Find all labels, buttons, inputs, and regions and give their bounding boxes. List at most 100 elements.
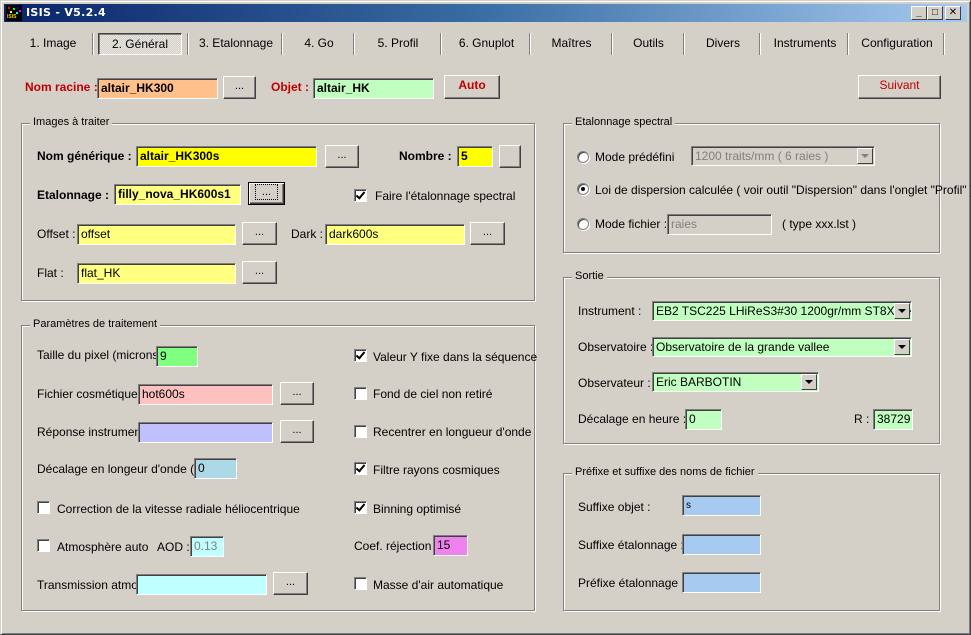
r-input[interactable]: 38729 [873, 409, 913, 430]
offset-browse-button[interactable]: ... [242, 222, 277, 245]
recentrer-checkbox[interactable] [354, 425, 367, 438]
filtre-cosmiques-checkbox[interactable] [354, 462, 367, 475]
correction-vitesse-checkbox[interactable] [37, 501, 50, 514]
flat-browse-button[interactable]: ... [242, 261, 277, 284]
nombre-label: Nombre : [399, 149, 452, 163]
objet-label: Objet : [271, 80, 309, 94]
mode-fichier-input[interactable]: raies [667, 214, 772, 235]
tab-general[interactable]: 2. Général [98, 33, 182, 55]
mode-predefini-select[interactable]: 1200 traits/mm ( 6 raies ) [691, 146, 875, 166]
suivant-button[interactable]: Suivant [858, 75, 941, 99]
atmosphere-auto-label: Atmosphère auto [57, 540, 149, 554]
tab-separator [683, 33, 685, 55]
tab-separator [353, 33, 355, 55]
tab-configuration[interactable]: Configuration [851, 33, 943, 55]
observateur-select[interactable]: Eric BARBOTIN [652, 372, 819, 392]
mode-fichier-radio[interactable] [577, 218, 589, 230]
loi-dispersion-radio[interactable] [577, 183, 589, 195]
faire-etalonnage-checkbox[interactable] [354, 189, 367, 202]
fichier-cosmetique-browse-button[interactable]: ... [280, 382, 314, 405]
tab-separator [187, 33, 189, 55]
dark-label: Dark : [291, 227, 324, 241]
close-button[interactable]: ✕ [945, 6, 961, 20]
transmission-label: Transmission atmo. : [37, 578, 148, 592]
decalage-heure-label: Décalage en heure : [578, 412, 687, 426]
maximize-button[interactable]: □ [927, 6, 943, 20]
nombre-spin-button[interactable] [499, 145, 521, 168]
aod-label: AOD : [157, 540, 190, 554]
tab-etalonnage[interactable]: 3. Etalonnage [191, 33, 281, 55]
taille-pixel-label: Taille du pixel (microns) : [37, 348, 170, 362]
suffixe-objet-input[interactable]: s [682, 495, 761, 516]
transmission-input[interactable] [136, 574, 267, 595]
etalonnage-browse-button[interactable]: ... [248, 182, 285, 205]
tab-maitres[interactable]: Maîtres [533, 33, 610, 55]
chevron-down-icon[interactable] [857, 148, 873, 164]
tab-divers[interactable]: Divers [687, 33, 759, 55]
tab-instruments[interactable]: Instruments [763, 33, 847, 55]
transmission-browse-button[interactable]: ... [273, 572, 308, 595]
flat-input[interactable]: flat_HK [77, 263, 236, 284]
r-label: R : [854, 412, 870, 426]
prefixe-group-title: Préfixe et suffixe des noms de fichier [572, 466, 758, 478]
offset-label: Offset : [37, 227, 76, 241]
instrument-select[interactable]: EB2 TSC225 LHiReS3#30 1200gr/mm ST8XMe [652, 301, 912, 321]
offset-input[interactable]: offset [77, 224, 236, 245]
prefixe-etalonnage-label: Préfixe étalonnage : [578, 576, 685, 590]
close-icon: ✕ [948, 7, 958, 18]
loi-dispersion-label: Loi de dispersion calculée ( voir outil … [595, 183, 971, 197]
objet-input[interactable]: altair_HK [313, 78, 434, 99]
dark-browse-button[interactable]: ... [470, 222, 505, 245]
nom-generique-browse-button[interactable]: ... [325, 145, 359, 168]
tab-separator [611, 33, 613, 55]
binning-checkbox[interactable] [354, 501, 367, 514]
decalage-heure-input[interactable]: 0 [685, 409, 722, 430]
etalonnage-input[interactable]: filly_nova_HK600s1 [114, 184, 241, 205]
etalonnage-group-title: Etalonnage spectral [572, 116, 676, 128]
auto-button[interactable]: Auto [444, 75, 500, 99]
tab-gnuplot[interactable]: 6. Gnuplot [444, 33, 529, 55]
fichier-cosmetique-input[interactable]: hot600s [138, 384, 273, 405]
taille-pixel-input[interactable]: 9 [156, 346, 198, 367]
nom-generique-input[interactable]: altair_HK300s [136, 146, 317, 167]
fond-ciel-checkbox[interactable] [354, 387, 367, 400]
tab-separator [847, 33, 849, 55]
reponse-instrument-browse-button[interactable]: ... [280, 420, 314, 443]
nombre-input[interactable]: 5 [457, 146, 493, 167]
suffixe-etalonnage-input[interactable] [682, 534, 761, 555]
coef-rejection-input[interactable]: 15 [433, 535, 468, 556]
masse-air-checkbox[interactable] [354, 577, 367, 590]
title-bar[interactable]: ISIS ISIS - V5.2.4 _ □ ✕ [4, 4, 967, 22]
decalage-onde-input[interactable]: 0 [194, 458, 237, 479]
atmosphere-auto-checkbox[interactable] [37, 539, 50, 552]
valeur-y-checkbox[interactable] [354, 349, 367, 362]
chevron-down-icon[interactable] [894, 303, 910, 319]
observateur-label: Observateur : [578, 376, 651, 390]
aod-input[interactable]: 0.13 [190, 536, 224, 557]
minimize-button[interactable]: _ [911, 6, 927, 20]
tab-separator [529, 33, 531, 55]
tab-separator [92, 33, 94, 55]
observatoire-label: Observatoire : [578, 340, 654, 354]
tab-profil[interactable]: 5. Profil [357, 33, 439, 55]
binning-label: Binning optimisé [373, 502, 462, 516]
nom-racine-browse-button[interactable]: ... [223, 76, 256, 99]
mode-predefini-radio[interactable] [577, 151, 589, 163]
instrument-label: Instrument : [578, 304, 642, 318]
fond-ciel-label: Fond de ciel non retiré [373, 387, 493, 401]
chevron-down-icon[interactable] [894, 339, 910, 355]
reponse-instrument-input[interactable] [138, 422, 273, 443]
tab-image[interactable]: 1. Image [15, 33, 91, 55]
faire-etalonnage-label: Faire l'étalonnage spectral [375, 189, 516, 203]
prefixe-etalonnage-input[interactable] [682, 572, 761, 593]
sortie-group-title: Sortie [572, 270, 607, 282]
mode-fichier-label: Mode fichier : [595, 217, 668, 231]
nom-racine-input[interactable]: altair_HK300 [97, 78, 218, 99]
chevron-down-icon[interactable] [801, 374, 817, 390]
nom-generique-label: Nom générique : [37, 149, 132, 163]
dark-input[interactable]: dark600s [325, 224, 465, 245]
etalonnage-label: Etalonnage : [37, 188, 110, 202]
tab-outils[interactable]: Outils [615, 33, 682, 55]
tab-go[interactable]: 4. Go [285, 33, 353, 55]
observatoire-select[interactable]: Observatoire de la grande vallee [652, 337, 912, 357]
